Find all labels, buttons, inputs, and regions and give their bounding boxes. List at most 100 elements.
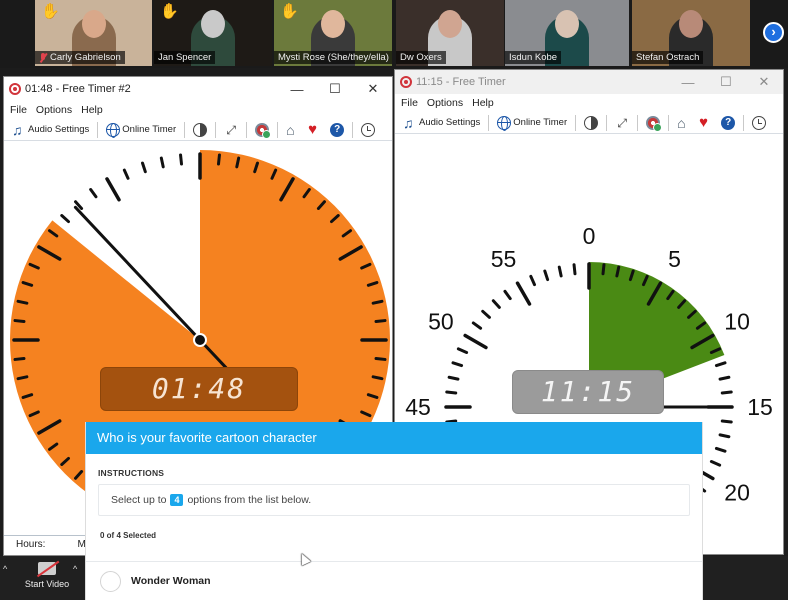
maximize-button[interactable]: ☐ [707,74,745,90]
menu-file[interactable]: File [401,97,418,109]
toolbar-separator [668,114,670,131]
toolbar: ♫ Audio Settings Online Timer ⤢ ⌂ ♥ ? [395,112,783,134]
donate-button[interactable]: ♥ [697,114,715,132]
poll-panel: Who is your favorite cartoon character I… [85,422,703,600]
instructions-text-post: options from the list below. [187,494,312,506]
minor-tick [714,446,727,453]
dial-label: 45 [405,394,431,420]
fullscreen-button[interactable]: ⤢ [222,121,240,139]
start-video-button[interactable]: Start Video [22,562,72,589]
help-icon: ? [330,122,345,137]
audio-options-caret[interactable]: ^ [3,564,7,574]
minor-tick [720,390,733,395]
start-video-label: Start Video [24,579,70,589]
participant-tile[interactable]: Isdun Kobe [505,0,629,66]
audio-settings-button[interactable]: ♫ Audio Settings [10,121,91,139]
help-icon: ? [721,115,736,130]
participant-tile[interactable]: ✋ Carly Gabrielson [35,0,152,66]
homepage-button[interactable]: ⌂ [675,114,693,132]
menu-help[interactable]: Help [472,97,494,109]
clock-icon [361,122,376,137]
minor-tick [503,289,512,301]
clock-button[interactable] [750,114,768,132]
major-tick [463,333,488,350]
gallery-next-page-button[interactable]: › [763,22,784,43]
toolbar-separator [606,114,608,131]
minor-tick [481,309,491,319]
participant-name-label: Stefan Ostrach [632,51,704,64]
minor-tick [371,299,384,305]
participant-name-label: Carly Gabrielson [35,51,125,64]
poll-option[interactable]: Wonder Woman [86,561,702,600]
audio-settings-button[interactable]: ♫ Audio Settings [401,114,482,132]
video-off-icon [38,562,56,575]
clock-icon [752,115,767,130]
menu-options[interactable]: Options [36,104,72,116]
digital-time-display: 01:48 [100,367,298,411]
minor-tick [572,263,577,276]
minor-tick [217,153,221,166]
online-timer-button[interactable]: Online Timer [495,114,569,132]
menu-file[interactable]: File [10,104,27,116]
theme-toggle-button[interactable] [582,114,600,132]
minor-tick [456,347,469,354]
contrast-icon [193,122,208,137]
fullscreen-button[interactable]: ⤢ [613,114,631,132]
minimize-button[interactable]: — [278,82,316,97]
minor-tick [235,156,241,169]
minor-tick [615,265,621,278]
maximize-button[interactable]: ☐ [316,81,354,97]
theme-toggle-button[interactable] [191,121,209,139]
online-timer-label: Online Timer [122,124,177,135]
clock-button[interactable] [359,121,377,139]
donate-button[interactable]: ♥ [306,121,324,139]
minimize-button[interactable]: — [669,75,707,90]
minor-tick [720,419,733,424]
minor-tick [60,214,70,224]
add-timer-button[interactable] [644,114,663,132]
toolbar-separator [184,121,186,138]
video-options-caret[interactable]: ^ [73,564,77,574]
help-button[interactable]: ? [328,121,346,139]
window-title: 11:15 - Free Timer [416,76,506,88]
raised-hand-icon: ✋ [160,3,179,20]
minor-tick [714,361,727,368]
home-icon: ⌂ [677,114,686,131]
globe-icon [106,122,121,138]
poll-question-title: Who is your favorite cartoon character [86,422,702,454]
toolbar: ♫ Audio Settings Online Timer ⤢ ⌂ ♥ ? [4,119,392,141]
minor-tick [491,299,501,309]
menu-help[interactable]: Help [81,104,103,116]
menu-bar: File Options Help [4,101,392,119]
minor-tick [159,156,165,169]
menu-options[interactable]: Options [427,97,463,109]
digital-time-display: 11:15 [512,370,664,414]
title-bar[interactable]: 11:15 - Free Timer — ☐ ✕ [395,70,783,94]
participant-tile[interactable]: Dw Oxers [396,0,504,66]
toolbar-separator [246,121,248,138]
minor-tick [141,161,147,174]
add-timer-button[interactable] [253,121,272,139]
online-timer-button[interactable]: Online Timer [104,121,178,139]
minor-tick [179,153,183,166]
expand-icon: ⤢ [226,122,236,137]
help-button[interactable]: ? [719,114,737,132]
participant-tile[interactable]: ✋ Jan Spencer [154,0,272,66]
title-bar[interactable]: 01:48 - Free Timer #2 — ☐ ✕ [4,77,392,101]
minor-tick [601,263,606,276]
hand-pivot [195,335,205,345]
chevron-right-icon: › [771,24,776,39]
toolbar-separator [575,114,577,131]
dial-label: 0 [583,223,596,249]
close-button[interactable]: ✕ [354,81,392,97]
close-button[interactable]: ✕ [745,74,783,90]
option-radio[interactable] [100,570,121,592]
participant-tile-active-speaker[interactable]: ✋ Mysti Rose (She/they/ella) [274,0,392,66]
participant-name-label: Mysti Rose (She/they/ella) [274,51,392,64]
max-selections-badge: 4 [170,494,184,506]
minor-tick [451,361,464,368]
homepage-button[interactable]: ⌂ [284,121,302,139]
participant-name-label: Isdun Kobe [505,51,562,64]
participant-tile[interactable]: Stefan Ostrach [632,0,750,66]
dial-label: 55 [491,246,517,272]
